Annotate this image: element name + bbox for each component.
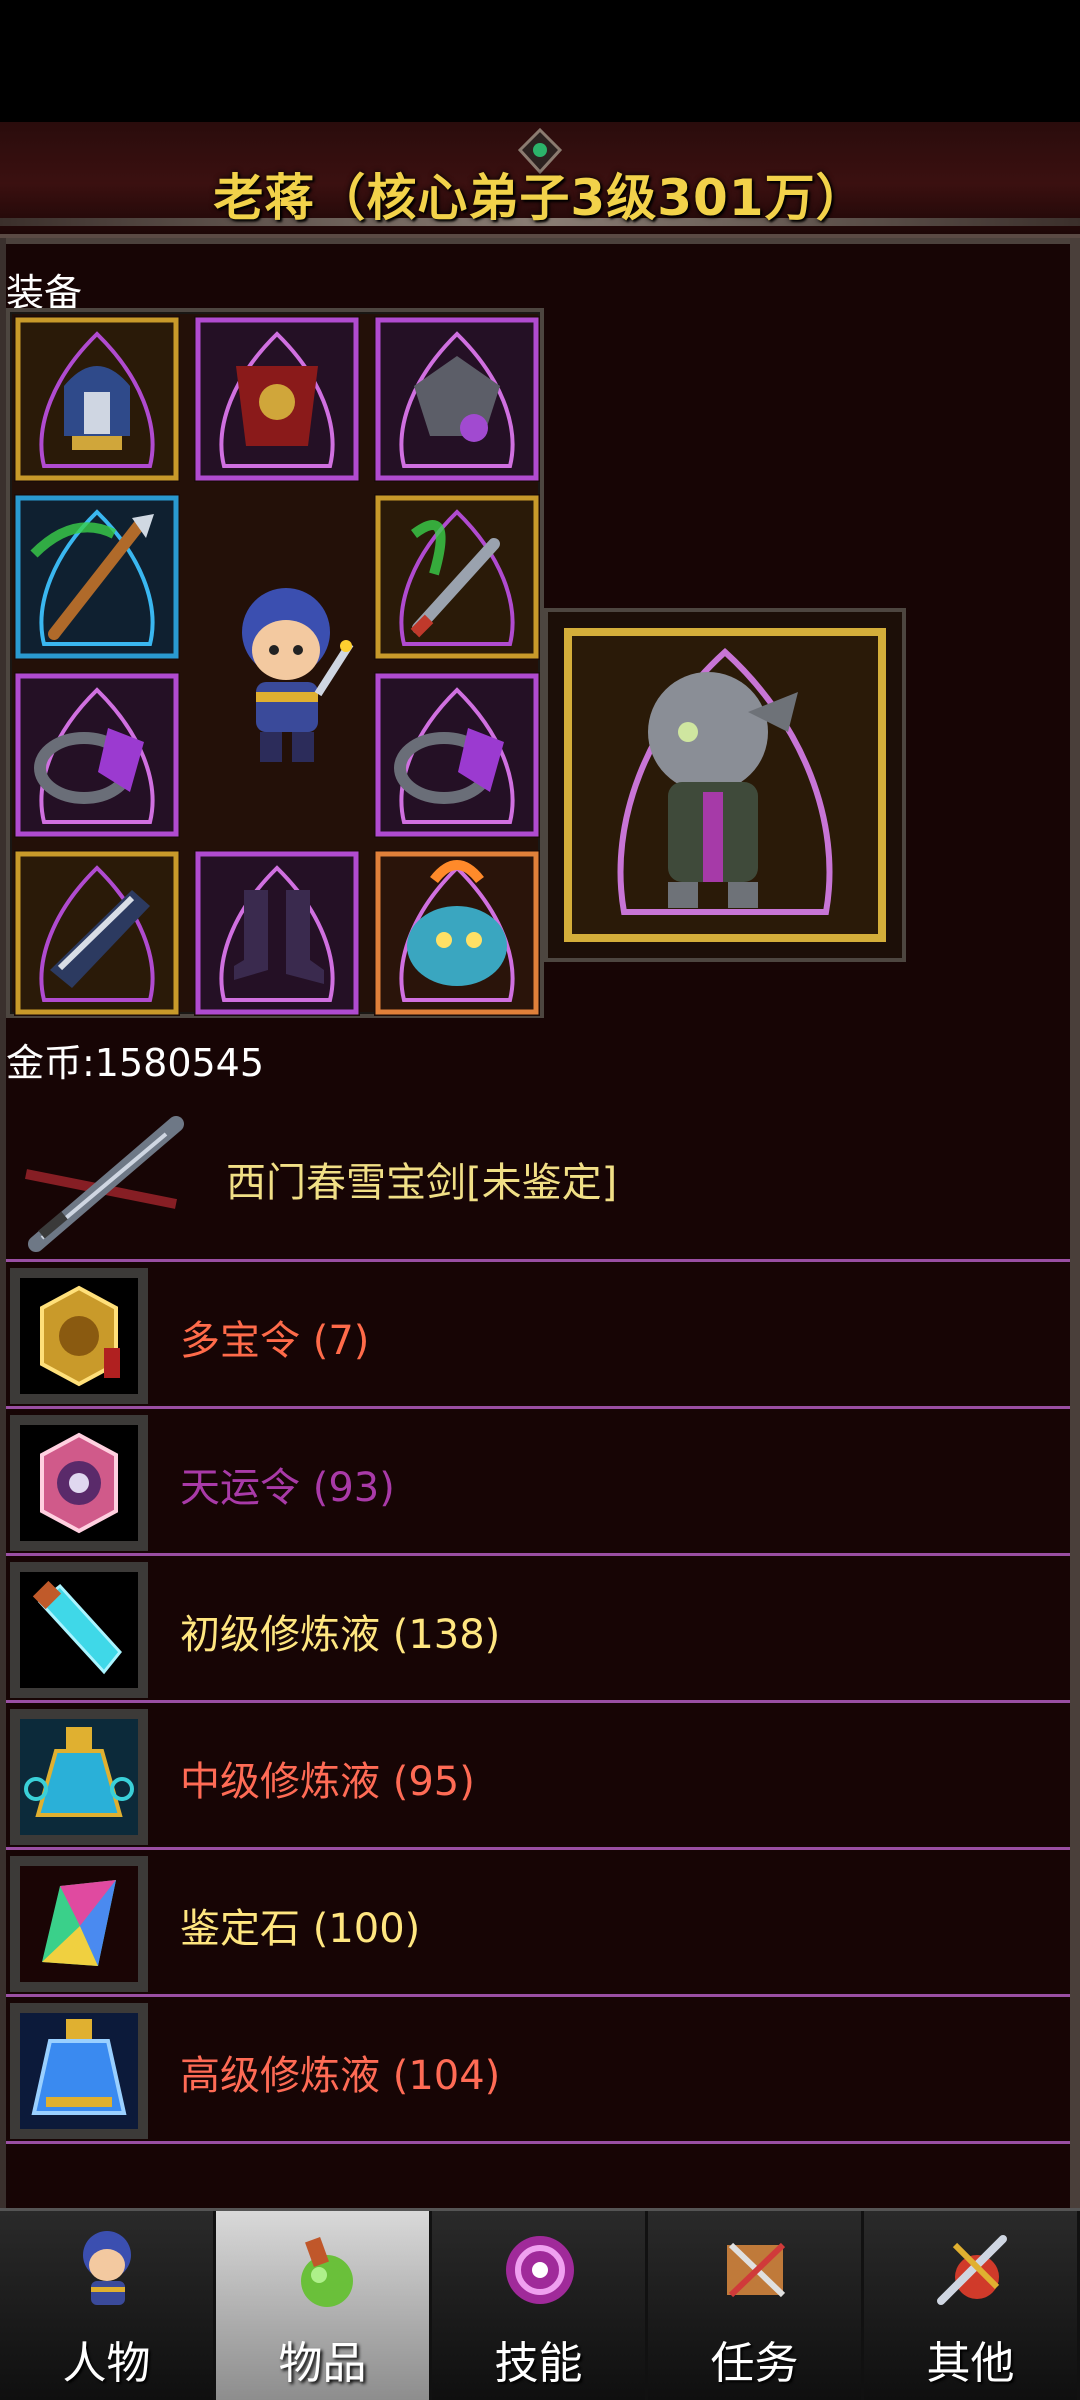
item-label: 中级修炼液 (95) <box>180 1759 475 1805</box>
item-label: 鉴定石 (100) <box>180 1906 421 1952</box>
item-icon-frame <box>10 2003 148 2139</box>
dagger-icon <box>375 495 539 659</box>
tab-label: 任务 <box>710 2338 799 2389</box>
equip-slot-helmet[interactable] <box>14 316 180 482</box>
content-panel: 装备 金币:1580545 西门春雪宝剑[未鉴定] 多宝令 (7) 天运令 (9… <box>0 238 1080 2322</box>
tab-quests[interactable]: 任务 <box>648 2211 864 2400</box>
tab-skills[interactable]: 技能 <box>432 2211 648 2400</box>
item-icon-frame <box>10 1562 148 1698</box>
armor-icon <box>195 317 359 481</box>
blue-bottle-icon <box>20 2013 138 2129</box>
status-bar <box>0 0 1080 122</box>
skill-orb-icon <box>506 2236 574 2304</box>
robot-pet-icon <box>564 628 886 942</box>
sword-icon <box>25 1116 184 1252</box>
equip-slot-dagger[interactable] <box>374 494 540 660</box>
equip-slot-bracer[interactable] <box>14 850 180 1016</box>
item-row[interactable]: 天运令 (93) <box>6 1409 1070 1556</box>
rainbow-gem-icon <box>20 1866 138 1982</box>
item-label: 多宝令 (7) <box>180 1318 370 1364</box>
equip-slot-mount[interactable] <box>374 850 540 1016</box>
tab-label: 技能 <box>494 2338 583 2389</box>
character-icon <box>83 2231 131 2305</box>
item-row[interactable]: 多宝令 (7) <box>6 1262 1070 1409</box>
tab-label: 人物 <box>62 2338 151 2389</box>
item-list: 西门春雪宝剑[未鉴定] 多宝令 (7) 天运令 (93) 初级修炼液 (138)… <box>6 1098 1070 2291</box>
tab-other[interactable]: 其他 <box>864 2211 1080 2400</box>
item-label: 初级修炼液 (138) <box>180 1612 501 1658</box>
equip-slot-weapon[interactable] <box>14 494 180 660</box>
spear-icon <box>15 495 179 659</box>
item-row[interactable]: 高级修炼液 (104) <box>6 1997 1070 2144</box>
page-title: 老蒋（核心弟子3级301万） <box>213 169 867 227</box>
item-label: 高级修炼液 (104) <box>180 2053 501 2099</box>
bottom-tab-bar: 人物 物品 技能 任务 其他 <box>0 2208 1080 2400</box>
gold-token-icon <box>20 1278 138 1394</box>
other-swords-icon <box>937 2235 1007 2305</box>
boots-icon <box>195 851 359 1015</box>
header: 老蒋（核心弟子3级301万） <box>0 122 1080 238</box>
shoulder-icon <box>375 317 539 481</box>
equip-slot-armor[interactable] <box>194 316 360 482</box>
item-row[interactable]: 鉴定石 (100) <box>6 1850 1070 1997</box>
cyan-vial-icon <box>20 1572 138 1688</box>
item-label: 天运令 (93) <box>180 1465 395 1511</box>
fortune-token-icon <box>20 1425 138 1541</box>
tab-items[interactable]: 物品 <box>216 2211 432 2400</box>
item-icon-frame <box>10 1268 148 1404</box>
pet-slot[interactable] <box>544 608 906 962</box>
ring-icon <box>15 673 179 837</box>
item-icon-frame <box>10 1709 148 1845</box>
tab-label: 其他 <box>926 2338 1015 2389</box>
bracer-icon <box>15 851 179 1015</box>
featured-item-row[interactable]: 西门春雪宝剑[未鉴定] <box>6 1098 1070 1262</box>
item-icon-frame <box>10 1856 148 1992</box>
beast-icon <box>375 851 539 1015</box>
equip-slot-ring-left[interactable] <box>14 672 180 838</box>
item-icon-frame <box>10 1415 148 1551</box>
equip-slot-shoulder[interactable] <box>374 316 540 482</box>
item-bag-icon <box>301 2237 353 2307</box>
equip-slot-ring-right[interactable] <box>374 672 540 838</box>
quest-scroll-icon <box>727 2242 786 2298</box>
tab-label: 物品 <box>278 2338 367 2389</box>
equip-slot-boots[interactable] <box>194 850 360 1016</box>
item-row[interactable]: 初级修炼液 (138) <box>6 1556 1070 1703</box>
equipment-grid <box>6 308 544 1018</box>
ring-icon <box>375 673 539 837</box>
character-sprite <box>242 588 354 762</box>
item-row[interactable]: 中级修炼液 (95) <box>6 1703 1070 1850</box>
featured-item-name: 西门春雪宝剑[未鉴定] <box>226 1160 618 1206</box>
helmet-icon <box>15 317 179 481</box>
inventory-screen: 老蒋（核心弟子3级301万） 装备 金币:1580545 西门春雪宝剑[未鉴定]… <box>0 122 1080 2400</box>
gold-balance: 金币:1580545 <box>6 1041 265 1085</box>
tab-character[interactable]: 人物 <box>0 2211 216 2400</box>
potion-flask-icon <box>20 1719 138 1835</box>
